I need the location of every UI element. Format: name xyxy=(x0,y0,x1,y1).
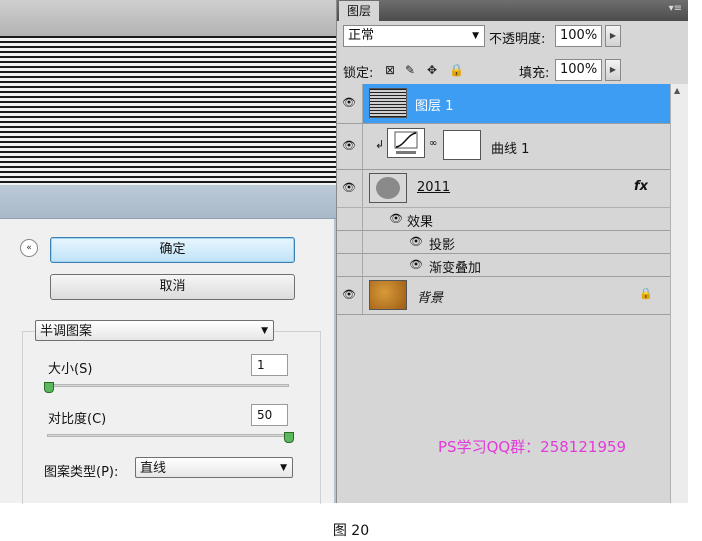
lock-icon: 🔒 xyxy=(639,287,653,300)
opacity-stepper[interactable]: ▶ xyxy=(605,25,621,47)
pattern-mode-value: 半调图案 xyxy=(40,324,93,339)
layer-name: 背景 xyxy=(417,291,444,306)
cancel-button[interactable]: 取消 xyxy=(50,274,295,300)
chevron-down-icon: ▼ xyxy=(261,326,268,336)
fill-stepper[interactable]: ▶ xyxy=(605,59,621,81)
scroll-up-icon[interactable]: ▲ xyxy=(674,86,680,95)
eye-column xyxy=(337,231,363,253)
effects-row[interactable]: 👁 效果 xyxy=(337,208,670,231)
contrast-slider-thumb[interactable] xyxy=(284,432,294,443)
contrast-slider-track[interactable] xyxy=(47,434,289,437)
panel-menu-icon[interactable]: ▾≡ xyxy=(669,3,682,14)
pattern-mode-dropdown[interactable]: 半调图案 ▼ xyxy=(35,320,274,341)
layer-thumbnail xyxy=(369,173,407,203)
ok-button[interactable]: 确定 xyxy=(50,237,295,263)
eye-column xyxy=(337,208,363,230)
layer-row[interactable]: 👁 ↲ ∞ 曲线 1 xyxy=(337,124,670,170)
layer-thumbnail xyxy=(369,280,407,310)
halftone-line-preview xyxy=(0,36,336,186)
layers-scrollbar[interactable]: ▲ xyxy=(670,84,688,503)
lock-label: 锁定: xyxy=(343,66,374,81)
eye-icon[interactable]: 👁 xyxy=(409,258,423,271)
tab-layers[interactable]: 图层 xyxy=(339,1,379,21)
size-input[interactable]: 1 xyxy=(251,354,288,376)
pattern-type-value: 直线 xyxy=(140,461,167,476)
pattern-type-label: 图案类型(P): xyxy=(44,465,119,480)
lock-transparency-icon[interactable]: ⊠ xyxy=(385,63,395,77)
figure-caption: 图 20 xyxy=(332,523,370,539)
pattern-type-dropdown[interactable]: 直线 ▼ xyxy=(135,457,293,478)
watermark-text: PS学习QQ群：258121959 xyxy=(438,438,627,456)
lock-all-icon[interactable]: 🔒 xyxy=(449,63,464,77)
eye-icon[interactable]: 👁 xyxy=(389,212,403,225)
fill-input[interactable]: 100% xyxy=(555,59,602,81)
contrast-input[interactable]: 50 xyxy=(251,404,288,426)
collapse-icon[interactable]: « xyxy=(20,239,38,257)
effect-row[interactable]: 👁 渐变叠加 xyxy=(337,254,670,277)
fx-icon[interactable]: fx xyxy=(634,179,648,194)
size-slider-thumb[interactable] xyxy=(44,382,54,393)
size-label: 大小(S) xyxy=(48,362,93,377)
dialog-title-bar[interactable] xyxy=(0,185,342,219)
layer-row[interactable]: 👁 图层 1 xyxy=(337,84,670,124)
effect-name: 投影 xyxy=(429,238,456,253)
eye-icon[interactable]: 👁 xyxy=(342,139,356,152)
layer-row[interactable]: 👁 2011 fx xyxy=(337,170,670,208)
eye-column xyxy=(337,254,363,276)
clip-arrow-icon: ↲ xyxy=(375,138,385,151)
layer-name: 2011 xyxy=(417,180,451,195)
contrast-label: 对比度(C) xyxy=(48,412,107,427)
fill-label: 填充: xyxy=(519,66,550,81)
layer-name: 图层 1 xyxy=(415,99,454,114)
eye-icon[interactable]: 👁 xyxy=(342,288,356,301)
opacity-label: 不透明度: xyxy=(489,32,546,47)
lock-paint-icon[interactable]: ✎ xyxy=(405,63,415,77)
effect-row[interactable]: 👁 投影 xyxy=(337,231,670,254)
eye-icon[interactable]: 👁 xyxy=(409,235,423,248)
layer-row[interactable]: 👁 背景 🔒 xyxy=(337,277,670,315)
blend-mode-value: 正常 xyxy=(348,28,375,43)
effect-name: 渐变叠加 xyxy=(429,261,482,276)
curves-adjustment-icon xyxy=(387,128,425,158)
link-icon: ∞ xyxy=(429,138,438,149)
panel-tab-bar: 图层 ▾≡ xyxy=(337,0,688,21)
blend-mode-dropdown[interactable]: 正常 ▼ xyxy=(343,25,485,47)
layer-thumbnail xyxy=(369,88,407,118)
eye-icon[interactable]: 👁 xyxy=(342,96,356,109)
eye-icon[interactable]: 👁 xyxy=(342,181,356,194)
opacity-input[interactable]: 100% xyxy=(555,25,602,47)
lock-move-icon[interactable]: ✥ xyxy=(427,63,437,77)
layer-name: 曲线 1 xyxy=(491,142,530,157)
layer-mask-thumbnail xyxy=(443,130,481,160)
chevron-down-icon: ▼ xyxy=(472,31,479,41)
canvas-gray-region xyxy=(0,0,336,36)
effects-label: 效果 xyxy=(407,215,434,230)
layers-panel: 图层 ▾≡ 正常 ▼ 不透明度: 100% ▶ 锁定: ⊠ ✎ ✥ 🔒 填充: … xyxy=(336,0,688,503)
size-slider-track[interactable] xyxy=(47,384,289,387)
chevron-down-icon: ▼ xyxy=(280,463,287,473)
